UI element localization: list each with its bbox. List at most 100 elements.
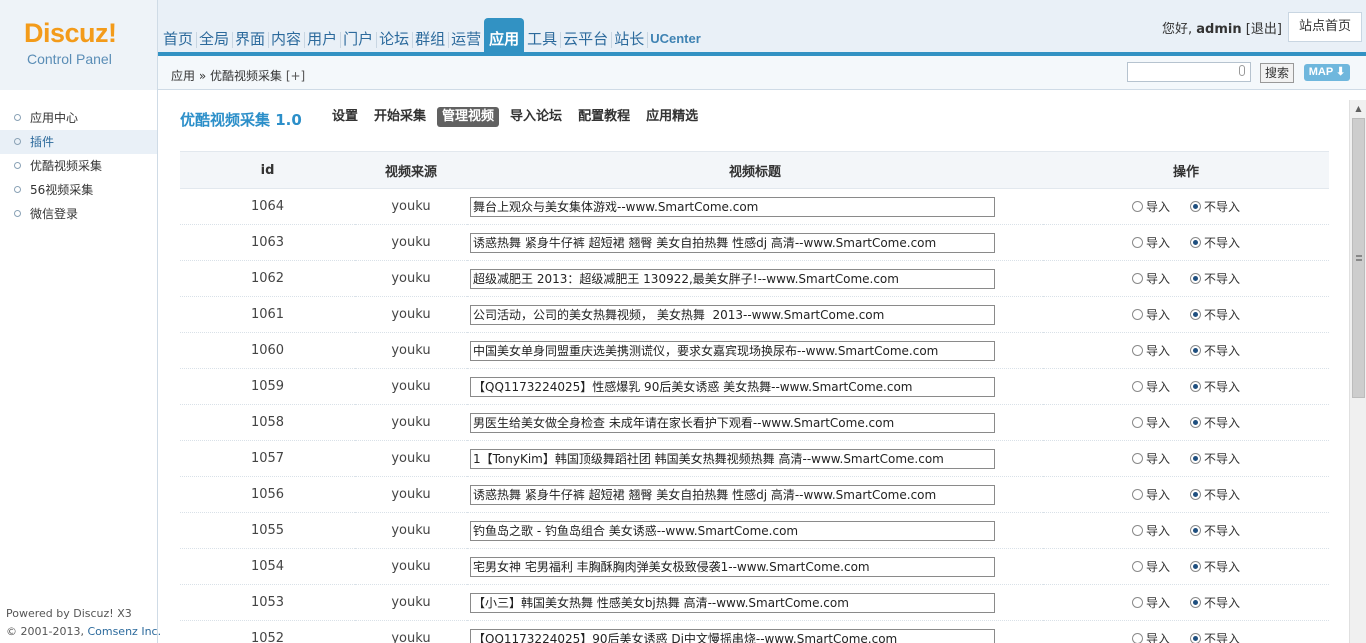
no-import-radio[interactable]: [1190, 236, 1201, 248]
nav-item[interactable]: 首页: [160, 18, 196, 56]
search-button[interactable]: 搜索: [1260, 63, 1294, 83]
video-title-input[interactable]: [470, 268, 995, 289]
import-label[interactable]: 导入: [1146, 270, 1170, 287]
import-label[interactable]: 导入: [1146, 306, 1170, 323]
import-radio[interactable]: [1131, 200, 1143, 212]
import-label[interactable]: 导入: [1146, 594, 1170, 611]
sidebar-item[interactable]: 56视频采集: [0, 178, 157, 202]
company-link[interactable]: Comsenz Inc.: [87, 625, 161, 638]
no-import-label[interactable]: 不导入: [1204, 306, 1240, 323]
nav-item[interactable]: 界面: [232, 18, 268, 56]
no-import-label[interactable]: 不导入: [1204, 594, 1240, 611]
sidebar-item[interactable]: 微信登录: [0, 202, 157, 226]
no-import-label[interactable]: 不导入: [1204, 486, 1240, 503]
import-radio[interactable]: [1131, 524, 1143, 536]
import-label[interactable]: 导入: [1146, 342, 1170, 359]
no-import-radio[interactable]: [1190, 596, 1201, 608]
plugin-tab[interactable]: 配置教程: [573, 107, 635, 127]
import-label[interactable]: 导入: [1146, 486, 1170, 503]
no-import-label[interactable]: 不导入: [1204, 522, 1240, 539]
no-import-label[interactable]: 不导入: [1204, 414, 1240, 431]
import-label[interactable]: 导入: [1146, 522, 1170, 539]
sidebar-item[interactable]: 插件: [0, 130, 157, 154]
nav-item[interactable]: 应用: [484, 18, 525, 56]
nav-item[interactable]: 门户: [340, 18, 376, 56]
add-shortcut-link[interactable]: [+]: [286, 69, 305, 83]
nav-item[interactable]: 用户: [304, 18, 340, 56]
no-import-radio[interactable]: [1190, 380, 1201, 392]
no-import-label[interactable]: 不导入: [1204, 198, 1240, 215]
vertical-scrollbar[interactable]: ▲: [1349, 100, 1366, 643]
nav-item[interactable]: 运营: [448, 18, 484, 56]
scroll-up-icon[interactable]: ▲: [1350, 100, 1366, 117]
video-title-input[interactable]: [470, 520, 995, 541]
nav-item[interactable]: 群组: [412, 18, 448, 56]
import-radio[interactable]: [1131, 560, 1143, 572]
nav-item[interactable]: 全局: [196, 18, 232, 56]
import-radio[interactable]: [1131, 632, 1143, 643]
plugin-tab[interactable]: 管理视频: [437, 107, 500, 127]
import-label[interactable]: 导入: [1146, 234, 1170, 251]
nav-item[interactable]: 内容: [268, 18, 304, 56]
video-title-input[interactable]: [470, 304, 995, 325]
map-button[interactable]: MAP ⬇: [1304, 64, 1350, 81]
no-import-radio[interactable]: [1190, 632, 1201, 643]
microphone-icon[interactable]: [1239, 65, 1245, 76]
video-title-input[interactable]: [470, 556, 995, 577]
no-import-radio[interactable]: [1190, 200, 1201, 212]
video-title-input[interactable]: [470, 376, 995, 397]
plugin-tab[interactable]: 开始采集: [369, 107, 431, 127]
sidebar-item[interactable]: 优酷视频采集: [0, 154, 157, 178]
nav-item[interactable]: 云平台: [560, 18, 611, 56]
video-title-input[interactable]: [470, 448, 995, 469]
search-input[interactable]: [1127, 62, 1251, 82]
import-radio[interactable]: [1131, 344, 1143, 356]
import-radio[interactable]: [1131, 236, 1143, 248]
no-import-label[interactable]: 不导入: [1204, 450, 1240, 467]
no-import-radio[interactable]: [1190, 524, 1201, 536]
no-import-radio[interactable]: [1190, 272, 1201, 284]
import-radio[interactable]: [1131, 272, 1143, 284]
import-radio[interactable]: [1131, 416, 1143, 428]
nav-item[interactable]: 论坛: [376, 18, 412, 56]
no-import-label[interactable]: 不导入: [1204, 378, 1240, 395]
video-title-input[interactable]: [470, 340, 995, 361]
nav-item[interactable]: 工具: [524, 18, 560, 56]
import-radio[interactable]: [1131, 488, 1143, 500]
no-import-radio[interactable]: [1190, 488, 1201, 500]
import-label[interactable]: 导入: [1146, 558, 1170, 575]
import-radio[interactable]: [1131, 452, 1143, 464]
no-import-radio[interactable]: [1190, 452, 1201, 464]
nav-item[interactable]: UCenter: [647, 18, 704, 56]
no-import-label[interactable]: 不导入: [1204, 234, 1240, 251]
import-label[interactable]: 导入: [1146, 630, 1170, 643]
video-title-input[interactable]: [470, 628, 995, 643]
no-import-radio[interactable]: [1190, 416, 1201, 428]
video-title-input[interactable]: [470, 412, 995, 433]
sidebar-item[interactable]: 应用中心: [0, 106, 157, 130]
logo[interactable]: Discuz! Control Panel: [0, 0, 158, 90]
plugin-tab[interactable]: 导入论坛: [505, 107, 567, 127]
no-import-label[interactable]: 不导入: [1204, 342, 1240, 359]
import-label[interactable]: 导入: [1146, 198, 1170, 215]
nav-item[interactable]: 站长: [611, 18, 647, 56]
import-label[interactable]: 导入: [1146, 378, 1170, 395]
video-title-input[interactable]: [470, 592, 995, 613]
no-import-label[interactable]: 不导入: [1204, 558, 1240, 575]
plugin-tab[interactable]: 应用精选: [641, 107, 703, 127]
no-import-radio[interactable]: [1190, 308, 1201, 320]
import-radio[interactable]: [1131, 308, 1143, 320]
import-label[interactable]: 导入: [1146, 414, 1170, 431]
video-title-input[interactable]: [470, 196, 995, 217]
import-radio[interactable]: [1131, 380, 1143, 392]
video-title-input[interactable]: [470, 232, 995, 253]
scroll-thumb[interactable]: [1352, 118, 1365, 398]
plugin-tab[interactable]: 设置: [327, 107, 363, 127]
video-title-input[interactable]: [470, 484, 995, 505]
no-import-label[interactable]: 不导入: [1204, 270, 1240, 287]
no-import-radio[interactable]: [1190, 560, 1201, 572]
import-label[interactable]: 导入: [1146, 450, 1170, 467]
import-radio[interactable]: [1131, 596, 1143, 608]
no-import-label[interactable]: 不导入: [1204, 630, 1240, 643]
no-import-radio[interactable]: [1190, 344, 1201, 356]
